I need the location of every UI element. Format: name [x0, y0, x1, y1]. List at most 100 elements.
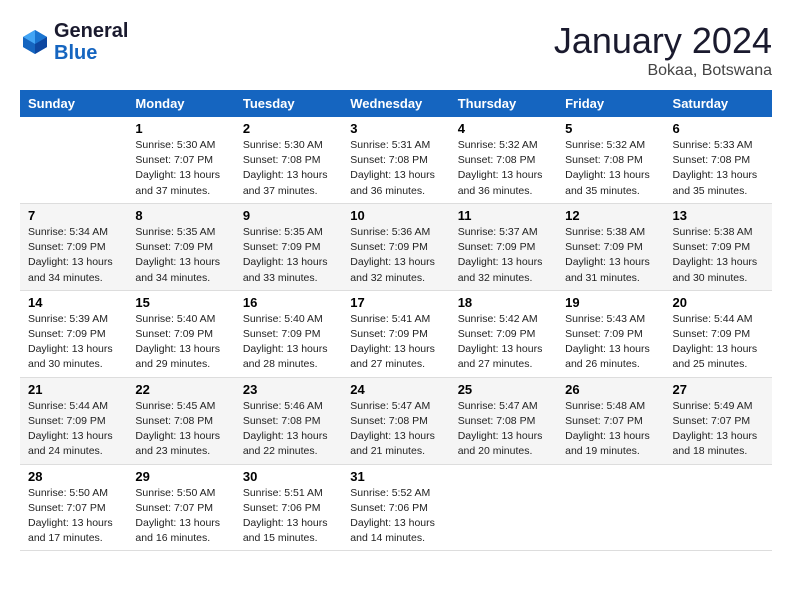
- cell-content: Sunrise: 5:50 AMSunset: 7:07 PMDaylight:…: [28, 486, 119, 547]
- cell-content: Sunrise: 5:50 AMSunset: 7:07 PMDaylight:…: [135, 486, 226, 547]
- day-number: 3: [350, 121, 441, 136]
- calendar-cell: 9 Sunrise: 5:35 AMSunset: 7:09 PMDaylight…: [235, 203, 342, 290]
- calendar-table: SundayMondayTuesdayWednesdayThursdayFrid…: [20, 90, 772, 551]
- cell-content: Sunrise: 5:35 AMSunset: 7:09 PMDaylight:…: [135, 225, 226, 286]
- day-number: 31: [350, 469, 441, 484]
- weekday-header: Monday: [127, 90, 234, 117]
- cell-content: Sunrise: 5:31 AMSunset: 7:08 PMDaylight:…: [350, 138, 441, 199]
- page-header: General Blue January 2024 Bokaa, Botswan…: [20, 20, 772, 80]
- cell-content: Sunrise: 5:40 AMSunset: 7:09 PMDaylight:…: [135, 312, 226, 373]
- day-number: 21: [28, 382, 119, 397]
- cell-content: Sunrise: 5:45 AMSunset: 7:08 PMDaylight:…: [135, 399, 226, 460]
- calendar-cell: 30 Sunrise: 5:51 AMSunset: 7:06 PMDayligh…: [235, 464, 342, 551]
- day-number: 10: [350, 208, 441, 223]
- cell-content: Sunrise: 5:44 AMSunset: 7:09 PMDaylight:…: [673, 312, 764, 373]
- calendar-week-row: 1 Sunrise: 5:30 AMSunset: 7:07 PMDaylight…: [20, 117, 772, 203]
- calendar-cell: [450, 464, 557, 551]
- day-number: 15: [135, 295, 226, 310]
- day-number: 12: [565, 208, 656, 223]
- calendar-cell: 17 Sunrise: 5:41 AMSunset: 7:09 PMDayligh…: [342, 290, 449, 377]
- calendar-cell: 26 Sunrise: 5:48 AMSunset: 7:07 PMDayligh…: [557, 377, 664, 464]
- calendar-cell: 16Sunrise: 5:40 AMSunset: 7:09 PMDayligh…: [235, 290, 342, 377]
- cell-content: Sunrise: 5:41 AMSunset: 7:09 PMDaylight:…: [350, 312, 441, 373]
- day-number: 28: [28, 469, 119, 484]
- calendar-cell: 29 Sunrise: 5:50 AMSunset: 7:07 PMDayligh…: [127, 464, 234, 551]
- cell-content: Sunrise: 5:37 AMSunset: 7:09 PMDaylight:…: [458, 225, 549, 286]
- calendar-cell: 28 Sunrise: 5:50 AMSunset: 7:07 PMDayligh…: [20, 464, 127, 551]
- day-number: 1: [135, 121, 226, 136]
- day-number: 5: [565, 121, 656, 136]
- calendar-cell: 6Sunrise: 5:33 AMSunset: 7:08 PMDaylight…: [665, 117, 772, 203]
- calendar-week-row: 28 Sunrise: 5:50 AMSunset: 7:07 PMDayligh…: [20, 464, 772, 551]
- calendar-cell: 20Sunrise: 5:44 AMSunset: 7:09 PMDayligh…: [665, 290, 772, 377]
- calendar-week-row: 7Sunrise: 5:34 AMSunset: 7:09 PMDaylight…: [20, 203, 772, 290]
- day-number: 2: [243, 121, 334, 136]
- calendar-cell: 1 Sunrise: 5:30 AMSunset: 7:07 PMDaylight…: [127, 117, 234, 203]
- calendar-cell: 21 Sunrise: 5:44 AMSunset: 7:09 PMDayligh…: [20, 377, 127, 464]
- calendar-cell: 19Sunrise: 5:43 AMSunset: 7:09 PMDayligh…: [557, 290, 664, 377]
- cell-content: Sunrise: 5:46 AMSunset: 7:08 PMDaylight:…: [243, 399, 334, 460]
- day-number: 18: [458, 295, 549, 310]
- weekday-header: Sunday: [20, 90, 127, 117]
- day-number: 17: [350, 295, 441, 310]
- cell-content: Sunrise: 5:47 AMSunset: 7:08 PMDaylight:…: [458, 399, 549, 460]
- day-number: 26: [565, 382, 656, 397]
- day-number: 8: [135, 208, 226, 223]
- weekday-header: Saturday: [665, 90, 772, 117]
- logo-text: General Blue: [54, 20, 128, 64]
- calendar-cell: 11Sunrise: 5:37 AMSunset: 7:09 PMDayligh…: [450, 203, 557, 290]
- cell-content: Sunrise: 5:48 AMSunset: 7:07 PMDaylight:…: [565, 399, 656, 460]
- cell-content: Sunrise: 5:44 AMSunset: 7:09 PMDaylight:…: [28, 399, 119, 460]
- calendar-cell: [665, 464, 772, 551]
- calendar-cell: 3 Sunrise: 5:31 AMSunset: 7:08 PMDaylight…: [342, 117, 449, 203]
- day-number: 27: [673, 382, 764, 397]
- cell-content: Sunrise: 5:47 AMSunset: 7:08 PMDaylight:…: [350, 399, 441, 460]
- cell-content: Sunrise: 5:34 AMSunset: 7:09 PMDaylight:…: [28, 225, 119, 286]
- calendar-cell: 2 Sunrise: 5:30 AMSunset: 7:08 PMDaylight…: [235, 117, 342, 203]
- calendar-cell: 18 Sunrise: 5:42 AMSunset: 7:09 PMDayligh…: [450, 290, 557, 377]
- location: Bokaa, Botswana: [554, 62, 772, 80]
- day-number: 29: [135, 469, 226, 484]
- day-number: 22: [135, 382, 226, 397]
- calendar-cell: 31 Sunrise: 5:52 AMSunset: 7:06 PMDayligh…: [342, 464, 449, 551]
- calendar-cell: [20, 117, 127, 203]
- day-number: 30: [243, 469, 334, 484]
- cell-content: Sunrise: 5:30 AMSunset: 7:07 PMDaylight:…: [135, 138, 226, 199]
- cell-content: Sunrise: 5:38 AMSunset: 7:09 PMDaylight:…: [673, 225, 764, 286]
- calendar-cell: 10Sunrise: 5:36 AMSunset: 7:09 PMDayligh…: [342, 203, 449, 290]
- cell-content: Sunrise: 5:49 AMSunset: 7:07 PMDaylight:…: [673, 399, 764, 460]
- weekday-header: Friday: [557, 90, 664, 117]
- weekday-header: Tuesday: [235, 90, 342, 117]
- day-number: 25: [458, 382, 549, 397]
- cell-content: Sunrise: 5:51 AMSunset: 7:06 PMDaylight:…: [243, 486, 334, 547]
- cell-content: Sunrise: 5:40 AMSunset: 7:09 PMDaylight:…: [243, 312, 334, 373]
- calendar-cell: 23 Sunrise: 5:46 AMSunset: 7:08 PMDayligh…: [235, 377, 342, 464]
- calendar-cell: 25 Sunrise: 5:47 AMSunset: 7:08 PMDayligh…: [450, 377, 557, 464]
- day-number: 23: [243, 382, 334, 397]
- cell-content: Sunrise: 5:32 AMSunset: 7:08 PMDaylight:…: [458, 138, 549, 199]
- logo-icon: [20, 27, 50, 57]
- weekday-header-row: SundayMondayTuesdayWednesdayThursdayFrid…: [20, 90, 772, 117]
- calendar-week-row: 14Sunrise: 5:39 AMSunset: 7:09 PMDayligh…: [20, 290, 772, 377]
- calendar-cell: 8 Sunrise: 5:35 AMSunset: 7:09 PMDaylight…: [127, 203, 234, 290]
- day-number: 24: [350, 382, 441, 397]
- logo: General Blue: [20, 20, 128, 64]
- calendar-cell: 14Sunrise: 5:39 AMSunset: 7:09 PMDayligh…: [20, 290, 127, 377]
- weekday-header: Wednesday: [342, 90, 449, 117]
- month-title: January 2024: [554, 20, 772, 62]
- cell-content: Sunrise: 5:35 AMSunset: 7:09 PMDaylight:…: [243, 225, 334, 286]
- day-number: 9: [243, 208, 334, 223]
- calendar-cell: 4 Sunrise: 5:32 AMSunset: 7:08 PMDaylight…: [450, 117, 557, 203]
- calendar-cell: 12Sunrise: 5:38 AMSunset: 7:09 PMDayligh…: [557, 203, 664, 290]
- calendar-cell: 24 Sunrise: 5:47 AMSunset: 7:08 PMDayligh…: [342, 377, 449, 464]
- cell-content: Sunrise: 5:52 AMSunset: 7:06 PMDaylight:…: [350, 486, 441, 547]
- day-number: 19: [565, 295, 656, 310]
- day-number: 6: [673, 121, 764, 136]
- cell-content: Sunrise: 5:30 AMSunset: 7:08 PMDaylight:…: [243, 138, 334, 199]
- calendar-cell: [557, 464, 664, 551]
- cell-content: Sunrise: 5:39 AMSunset: 7:09 PMDaylight:…: [28, 312, 119, 373]
- calendar-cell: 22 Sunrise: 5:45 AMSunset: 7:08 PMDayligh…: [127, 377, 234, 464]
- day-number: 4: [458, 121, 549, 136]
- cell-content: Sunrise: 5:42 AMSunset: 7:09 PMDaylight:…: [458, 312, 549, 373]
- calendar-cell: 13Sunrise: 5:38 AMSunset: 7:09 PMDayligh…: [665, 203, 772, 290]
